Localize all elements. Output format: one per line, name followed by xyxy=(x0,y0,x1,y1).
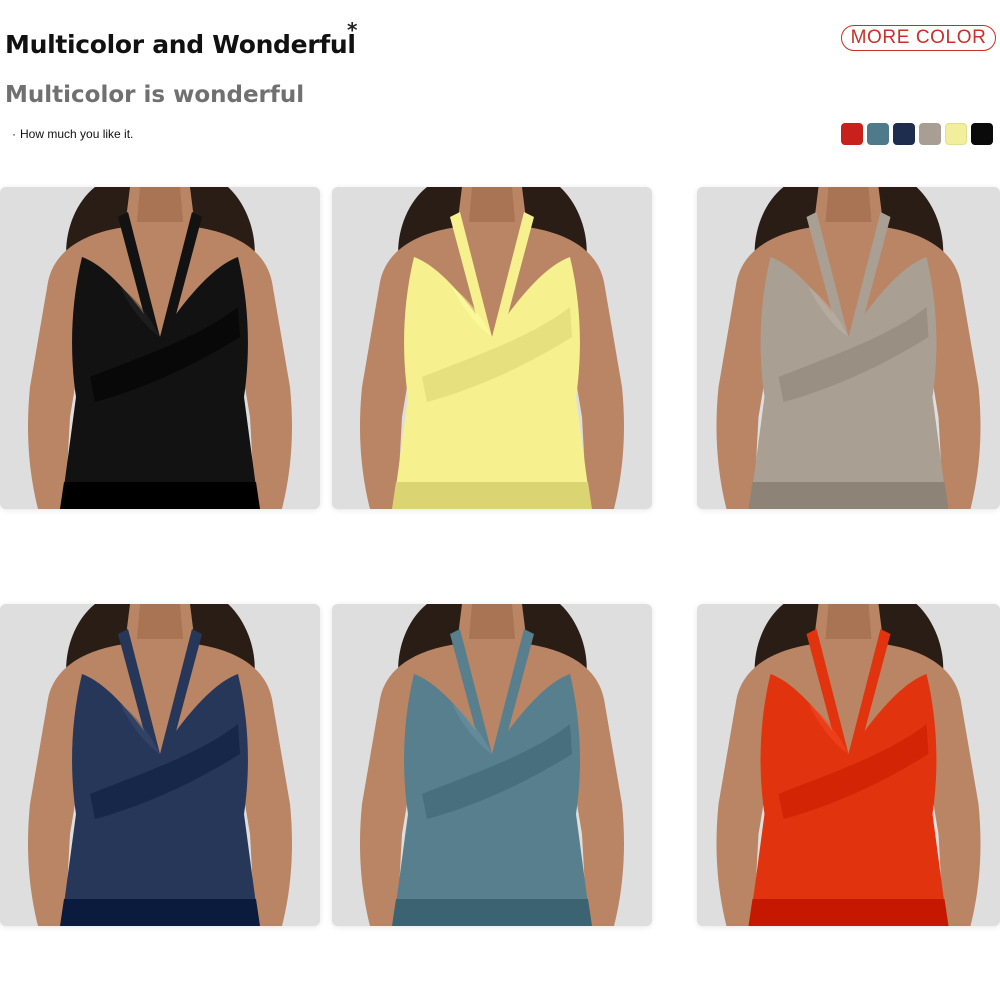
swatch-black[interactable] xyxy=(971,123,993,145)
product-image-taupe[interactable] xyxy=(697,187,1000,509)
swatch-navy[interactable] xyxy=(893,123,915,145)
product-image-navy[interactable] xyxy=(0,604,320,926)
product-image-slate-blue[interactable] xyxy=(332,604,652,926)
model-illustration xyxy=(0,187,320,509)
page-subtitle: Multicolor is wonderful xyxy=(5,82,305,108)
model-illustration xyxy=(332,604,652,926)
product-image-red[interactable] xyxy=(697,604,1000,926)
asterisk-mark: * xyxy=(347,18,358,42)
model-illustration xyxy=(697,604,1000,926)
swatch-slate-blue[interactable] xyxy=(867,123,889,145)
model-illustration xyxy=(0,604,320,926)
swatch-red[interactable] xyxy=(841,123,863,145)
swatch-taupe[interactable] xyxy=(919,123,941,145)
bullet-icon: · xyxy=(12,127,16,141)
more-color-button[interactable]: MORE COLOR xyxy=(841,25,996,51)
tagline-text: How much you like it. xyxy=(20,127,134,141)
tagline: · How much you like it. xyxy=(12,127,133,141)
product-image-yellow[interactable] xyxy=(332,187,652,509)
page-title: Multicolor and Wonderful xyxy=(5,30,356,59)
product-image-black[interactable] xyxy=(0,187,320,509)
swatch-pale-yellow[interactable] xyxy=(945,123,967,145)
product-color-page: Multicolor and Wonderful * Multicolor is… xyxy=(0,0,1000,1000)
model-illustration xyxy=(332,187,652,509)
model-illustration xyxy=(697,187,1000,509)
color-swatch-list xyxy=(841,123,993,145)
